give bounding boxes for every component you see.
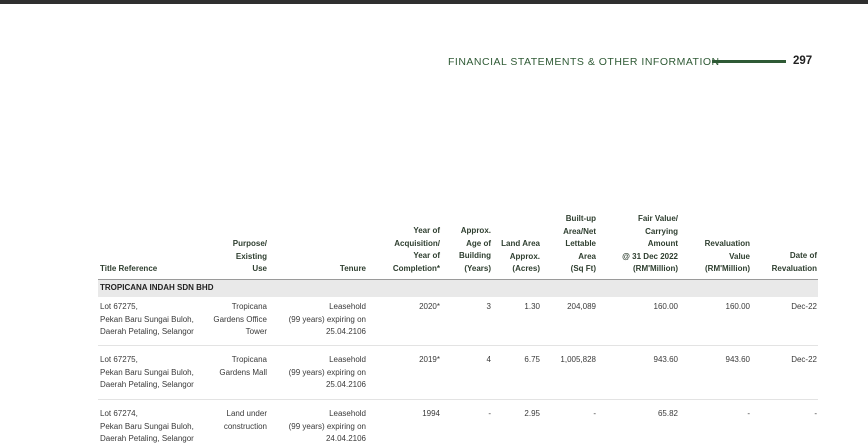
row2-fair-value: 943.60	[653, 355, 678, 364]
col-header-revaluation-date: Date of Revaluation	[771, 251, 817, 273]
row3-title-reference: Lot 67274, Pekan Baru Sungai Buloh, Daer…	[100, 409, 194, 443]
row3-built-up: -	[593, 409, 596, 418]
row-divider	[98, 345, 818, 346]
row3-fair-value: 65.82	[657, 409, 678, 418]
col-header-built-up: Built-up Area/Net Lettable Area (Sq Ft)	[563, 214, 596, 273]
row1-land-area: 1.30	[524, 302, 540, 311]
row3-tenure: Leasehold (99 years) expiring on 24.04.2…	[288, 409, 366, 443]
row1-revaluation-value: 160.00	[725, 302, 750, 311]
col-header-fair-value: Fair Value/ Carrying Amount @ 31 Dec 202…	[622, 214, 678, 273]
col-header-land-area: Land Area Approx. (Acres)	[501, 239, 540, 273]
row2-title-reference: Lot 67275, Pekan Baru Sungai Buloh, Daer…	[100, 355, 194, 389]
row1-built-up: 204,089	[567, 302, 596, 311]
row3-revaluation-value: -	[747, 409, 750, 418]
row2-land-area: 6.75	[524, 355, 540, 364]
section-company-name: TROPICANA INDAH SDN BHD	[100, 283, 214, 292]
col-header-age: Approx. Age of Building (Years)	[459, 226, 491, 273]
row3-revaluation-date: -	[814, 409, 817, 418]
row2-tenure: Leasehold (99 years) expiring on 25.04.2…	[288, 355, 366, 389]
row2-year: 2019*	[419, 355, 440, 364]
row1-title-reference: Lot 67275, Pekan Baru Sungai Buloh, Daer…	[100, 302, 194, 336]
row1-tenure: Leasehold (99 years) expiring on 25.04.2…	[288, 302, 366, 336]
header-divider	[712, 60, 786, 63]
row1-revaluation-date: Dec-22	[791, 302, 817, 311]
row2-built-up: 1,005,828	[560, 355, 596, 364]
row3-year: 1994	[422, 409, 440, 418]
row1-purpose: Tropicana Gardens Office Tower	[213, 302, 267, 336]
row2-age: 4	[486, 355, 491, 364]
col-header-revaluation-value: Revaluation Value (RM'Million)	[704, 239, 750, 273]
row-divider	[98, 399, 818, 400]
col-header-title-reference: Title Reference	[100, 264, 158, 273]
row2-revaluation-value: 943.60	[725, 355, 750, 364]
section-title: FINANCIAL STATEMENTS & OTHER INFORMATION	[448, 56, 720, 68]
col-header-year: Year of Acquisition/ Year of Completion*	[392, 226, 440, 273]
col-header-tenure: Tenure	[339, 264, 366, 273]
page-number: 297	[793, 55, 813, 67]
row3-land-area: 2.95	[524, 409, 540, 418]
col-header-purpose: Purpose/ Existing Use	[232, 239, 267, 273]
row1-age: 3	[486, 302, 491, 311]
row2-purpose: Tropicana Gardens Mall	[219, 355, 267, 377]
row2-revaluation-date: Dec-22	[791, 355, 817, 364]
row1-year: 2020*	[419, 302, 440, 311]
top-border	[0, 0, 868, 4]
row3-age: -	[488, 409, 491, 418]
row3-purpose: Land under construction	[223, 409, 267, 431]
row1-fair-value: 160.00	[653, 302, 678, 311]
